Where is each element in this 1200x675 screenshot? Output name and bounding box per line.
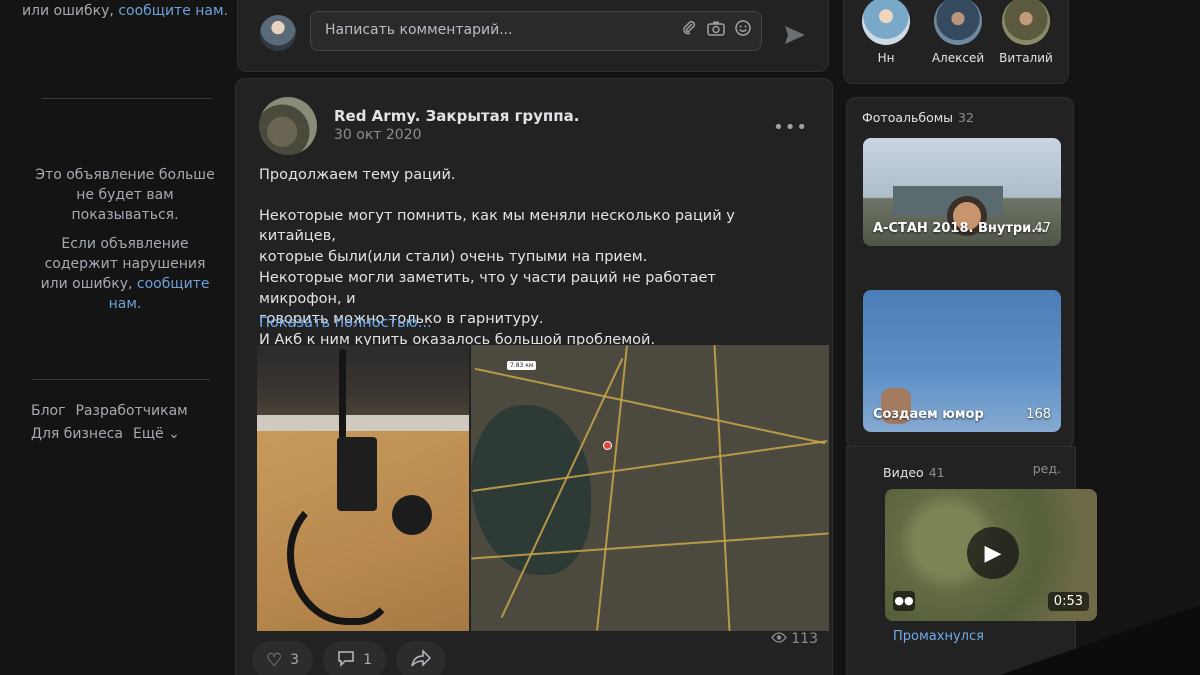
divider [42,98,212,99]
avatar [934,0,982,45]
group-icon: ●● [893,591,915,611]
post-photo-map[interactable]: 7.83 км [471,345,829,631]
footer-developers-link[interactable]: Разработчикам [75,403,187,419]
attach-icon[interactable] [681,20,697,40]
video-title[interactable]: Промахнулся [893,629,984,644]
post-actions: ♡ 3 1 [252,641,446,675]
videos-title: Видео [883,465,924,480]
photo-albums-block: Фотоальбомы 32 А-СТАН 2018. Внутри... 47 … [846,97,1074,449]
post-text-line [259,186,799,206]
friend-item[interactable]: Алексей [928,0,988,65]
page: или ошибку, сообщите нам. Это объявление… [0,0,1200,675]
wall-post: Red Army. Закрытая группа. 30 окт 2020 •… [235,78,833,675]
post-text-line: Некоторые могли заметить, что у части ра… [259,269,716,307]
more-icon[interactable]: ••• [773,117,808,138]
camera-icon[interactable] [707,20,725,40]
views-value: 113 [791,631,818,647]
avatar[interactable] [260,15,296,51]
comment-button[interactable]: 1 [323,641,386,675]
share-button[interactable] [395,641,446,675]
edit-link[interactable]: ред. [1033,461,1061,476]
avatar [1002,0,1050,45]
heart-icon: ♡ [266,649,283,671]
comment-count: 1 [363,652,372,668]
videos-count: 41 [928,465,945,480]
post-author[interactable]: Red Army. Закрытая группа. [334,107,579,125]
report-link-top[interactable]: сообщите нам. [118,3,228,19]
comment-tools [681,20,751,40]
avatar [862,0,910,45]
show-more-link[interactable]: Показать полностью... [259,315,432,331]
map-pin-icon [603,441,612,450]
ad-hidden-text: Это объявление больше не будет вам показ… [35,167,215,223]
footer-business-link[interactable]: Для бизнеса [31,426,123,442]
friends-block: Нн Алексей Виталий [843,0,1069,84]
album-name: А-СТАН 2018. Внутри... [873,221,1047,236]
post-date[interactable]: 30 окт 2020 [334,127,422,143]
map-distance-label: 7.83 км [507,361,537,370]
album-count: 168 [1026,407,1051,422]
footer-links: Блог Разработчикам Для бизнеса Ещё ⌄ [31,400,198,446]
albums-header[interactable]: Фотоальбомы 32 [862,110,974,125]
video-thumbnail[interactable]: ▶ ●● 0:53 [885,489,1097,621]
share-icon [410,648,432,672]
ad-violation-text: Если объявление содержит нарушения или о… [30,234,220,314]
play-icon[interactable]: ▶ [967,527,1019,579]
ad-top-text: или ошибку, сообщите нам. [20,1,230,21]
footer-blog-link[interactable]: Блог [31,403,65,419]
comment-icon [337,649,355,672]
album-item[interactable]: Создаем юмор 168 [863,290,1061,432]
photo-background [257,345,469,415]
album-item[interactable]: А-СТАН 2018. Внутри... 47 [863,138,1061,246]
map-road [713,345,731,631]
friend-name: Нн [877,51,895,65]
friend-item[interactable]: Виталий [996,0,1056,65]
radio-mic [392,495,432,535]
footer-more-link[interactable]: Ещё ⌄ [133,426,180,442]
like-button[interactable]: ♡ 3 [252,641,314,675]
radio-antenna [339,349,346,439]
album-count: 47 [1034,221,1051,236]
friend-name: Алексей [931,51,985,65]
group-avatar[interactable] [259,97,317,155]
photo-background [257,415,469,431]
map-road [596,345,628,631]
comment-input[interactable]: Написать комментарий... [310,11,762,51]
albums-title: Фотоальбомы [862,110,954,125]
albums-count: 32 [958,110,974,125]
post-photo-radio[interactable] [257,345,469,631]
post-text-line: Некоторые могут помнить, как мы меняли н… [259,207,735,245]
screen-edge [1000,605,1200,675]
post-text-line: которые были(или стали) очень тупыми на … [259,249,648,266]
emoji-icon[interactable] [735,20,751,40]
comment-composer: Написать комментарий... [237,0,829,72]
send-icon[interactable] [784,25,806,51]
post-text-line: Продолжаем тему раций. [259,167,456,183]
divider [32,379,210,380]
friend-name: Виталий [999,51,1053,65]
videos-header[interactable]: Видео 41 [883,465,945,480]
album-name: Создаем юмор [873,407,984,422]
eye-icon [770,631,791,647]
like-count: 3 [290,652,300,668]
friend-item[interactable]: Нн [856,0,916,65]
left-sidebar: или ошибку, сообщите нам. Это объявление… [20,0,230,675]
comment-placeholder: Написать комментарий... [325,22,513,38]
view-count: 113 [770,631,818,647]
ad-top-label: или ошибку, [21,3,114,19]
